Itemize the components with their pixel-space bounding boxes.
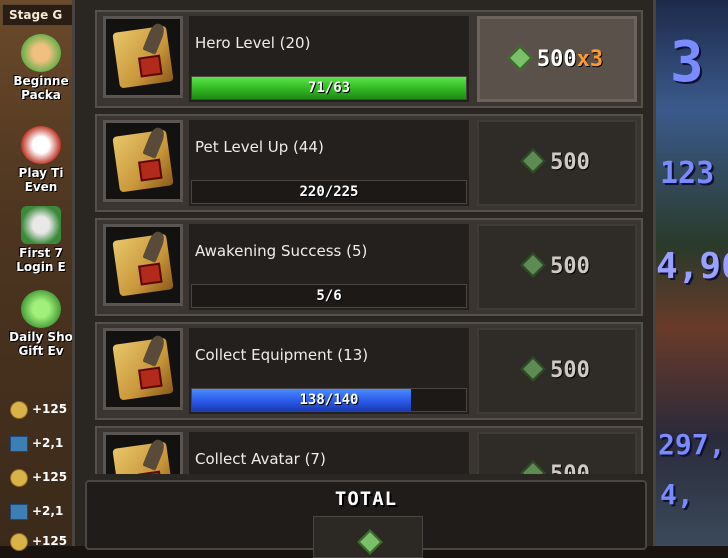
mission-row: Collect Equipment (13) 138/140 500 bbox=[95, 322, 643, 420]
damage-number: 4,96 bbox=[656, 246, 728, 287]
reward-amount: 500 bbox=[550, 150, 590, 175]
calendar-icon bbox=[21, 206, 61, 244]
total-box: TOTAL bbox=[85, 480, 647, 558]
progress-text: 71/63 bbox=[307, 80, 351, 96]
mission-row: Collect Avatar (7) 500 bbox=[95, 426, 643, 474]
total-reward-slot[interactable] bbox=[313, 516, 423, 558]
gem-icon bbox=[520, 252, 546, 278]
reward-button[interactable]: 500 bbox=[477, 328, 637, 414]
damage-number: 4, bbox=[660, 478, 694, 511]
resource-row: +125 bbox=[10, 398, 80, 420]
mission-title: Pet Level Up (44) bbox=[195, 138, 324, 156]
sprout-pet-icon bbox=[21, 34, 61, 72]
chest-icon bbox=[10, 503, 28, 520]
scroll-icon bbox=[112, 125, 174, 193]
play-time-event-label: Play Ti Even bbox=[18, 166, 64, 194]
gem-icon bbox=[520, 148, 546, 174]
mission-title: Collect Avatar (7) bbox=[195, 450, 326, 468]
mission-row: Hero Level (20) 71/63 500x3 bbox=[95, 10, 643, 108]
mission-info: Collect Equipment (13) 138/140 bbox=[189, 328, 469, 414]
mission-info: Awakening Success (5) 5/6 bbox=[189, 224, 469, 310]
play-time-event-button[interactable]: Play Ti Even bbox=[4, 126, 78, 194]
reward-multiplier: x3 bbox=[576, 47, 604, 72]
daily-shop-gift-event-label: Daily Sho Gift Ev bbox=[9, 330, 73, 358]
damage-number: 297, bbox=[658, 428, 726, 461]
mission-panel: Hero Level (20) 71/63 500x3 Pet Level Up… bbox=[72, 0, 659, 558]
mission-icon-frame bbox=[103, 120, 183, 202]
clock-icon bbox=[21, 126, 61, 164]
mission-title: Awakening Success (5) bbox=[195, 242, 368, 260]
gem-icon bbox=[357, 529, 383, 555]
mission-info: Collect Avatar (7) bbox=[189, 432, 469, 474]
damage-number: 123 bbox=[660, 156, 715, 191]
reward-button[interactable]: 500 bbox=[477, 224, 637, 310]
reward-amount: 500 bbox=[550, 358, 590, 383]
coin-icon bbox=[10, 532, 28, 551]
progress-bar: 138/140 bbox=[191, 388, 467, 412]
battle-background: 3 123 4,96 297, 4, bbox=[656, 0, 728, 546]
beginner-package-label: Beginne Packa bbox=[13, 74, 69, 102]
progress-bar: 71/63 bbox=[191, 76, 467, 100]
resource-row: +125 bbox=[10, 466, 80, 488]
reward-button[interactable]: 500 bbox=[477, 432, 637, 474]
claim-reward-button[interactable]: 500x3 bbox=[477, 16, 637, 102]
slime-gift-icon bbox=[21, 290, 61, 328]
scroll-icon bbox=[112, 333, 174, 401]
reward-amount: 500 bbox=[550, 462, 590, 474]
mission-icon-frame bbox=[103, 328, 183, 410]
mission-icon-frame bbox=[103, 16, 183, 98]
mission-info: Hero Level (20) 71/63 bbox=[189, 16, 469, 102]
total-label: TOTAL bbox=[334, 488, 398, 510]
daily-shop-gift-event-button[interactable]: Daily Sho Gift Ev bbox=[4, 290, 78, 358]
coin-icon bbox=[10, 468, 28, 487]
gem-icon bbox=[520, 460, 546, 474]
mission-title: Hero Level (20) bbox=[195, 34, 311, 52]
resource-row: +2,1 bbox=[10, 500, 80, 522]
reward-button[interactable]: 500 bbox=[477, 120, 637, 206]
gem-icon bbox=[507, 45, 533, 71]
progress-bar: 5/6 bbox=[191, 284, 467, 308]
mission-list[interactable]: Hero Level (20) 71/63 500x3 Pet Level Up… bbox=[75, 0, 659, 474]
progress-text: 220/225 bbox=[299, 184, 359, 200]
left-sidebar: Stage G Beginne Packa Play Ti Even First… bbox=[0, 0, 90, 551]
mission-title: Collect Equipment (13) bbox=[195, 346, 369, 364]
damage-number: 3 bbox=[670, 30, 704, 95]
resource-row: +2,1 bbox=[10, 432, 80, 454]
progress-text: 138/140 bbox=[299, 392, 359, 408]
mission-row: Awakening Success (5) 5/6 500 bbox=[95, 218, 643, 316]
mission-row: Pet Level Up (44) 220/225 500 bbox=[95, 114, 643, 212]
first-login-event-button[interactable]: First 7 Login E bbox=[4, 206, 78, 274]
progress-text: 5/6 bbox=[316, 288, 342, 304]
beginner-package-button[interactable]: Beginne Packa bbox=[4, 34, 78, 102]
reward-amount: 500 bbox=[536, 47, 577, 72]
reward-amount: 500 bbox=[550, 254, 590, 279]
mission-icon-frame bbox=[103, 224, 183, 306]
scroll-icon bbox=[112, 437, 174, 474]
scroll-icon bbox=[112, 21, 174, 89]
mission-info: Pet Level Up (44) 220/225 bbox=[189, 120, 469, 206]
coin-icon bbox=[10, 400, 28, 419]
chest-icon bbox=[10, 435, 28, 452]
first-login-event-label: First 7 Login E bbox=[16, 246, 66, 274]
mission-icon-frame bbox=[103, 432, 183, 474]
resource-row: +125 bbox=[10, 530, 80, 552]
scroll-icon bbox=[112, 229, 174, 297]
progress-bar: 220/225 bbox=[191, 180, 467, 204]
gem-icon bbox=[520, 356, 546, 382]
